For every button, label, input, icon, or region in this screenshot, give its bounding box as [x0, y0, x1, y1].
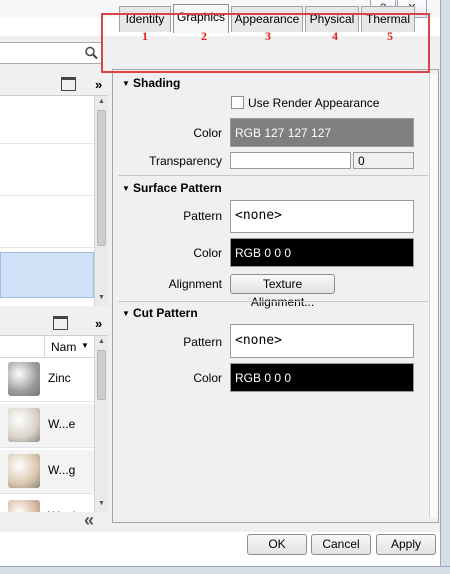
material-thumbnail [8, 500, 40, 512]
material-thumbnail [8, 362, 40, 396]
scroll-up-icon[interactable]: ▲ [95, 336, 108, 348]
shading-color-swatch[interactable]: RGB 127 127 127 [230, 118, 414, 147]
material-thumbnail [8, 454, 40, 488]
cut-pattern-section-header[interactable]: ▼ Cut Pattern [118, 306, 428, 322]
scroll-thumb[interactable] [97, 110, 106, 246]
material-name: Zinc [48, 371, 71, 385]
alignment-label: Alignment [168, 277, 222, 291]
material-browser-panel: » ▲ ▼ » Nam ▼ Zinc W...e W...g W...d ▲ ▼ « [0, 36, 108, 532]
sort-down-icon[interactable]: ▼ [81, 341, 89, 350]
material-row[interactable]: W...e [0, 404, 94, 448]
search-icon[interactable] [83, 45, 99, 61]
tab-scrollbar[interactable] [429, 74, 437, 518]
expand-chevron-icon[interactable]: » [95, 316, 102, 331]
section-divider [118, 175, 428, 176]
collapse-arrow-icon[interactable]: ▼ [122, 309, 132, 319]
surface-color-label: Color [193, 246, 222, 260]
ok-button[interactable]: OK [247, 534, 307, 555]
panel-view-icon[interactable] [53, 316, 68, 330]
material-thumbnail [8, 408, 40, 442]
material-list: Zinc W...e W...g W...d [0, 358, 94, 512]
cut-color-label: Color [193, 371, 222, 385]
surface-pattern-section-header[interactable]: ▼ Surface Pattern [118, 181, 428, 197]
library-toolbar: » [0, 74, 108, 96]
cut-pattern-label: Pattern [183, 335, 222, 349]
search-input[interactable] [0, 42, 103, 64]
material-row[interactable]: W...g [0, 450, 94, 494]
list-item[interactable] [0, 144, 94, 196]
use-render-appearance-checkbox[interactable] [231, 96, 244, 109]
material-scrollbar[interactable]: ▲ ▼ [94, 336, 108, 512]
material-row[interactable]: W...d [0, 496, 94, 512]
use-render-appearance-label: Use Render Appearance [248, 96, 380, 110]
surface-pattern-label: Pattern [183, 209, 222, 223]
collapse-arrow-icon[interactable]: ▼ [122, 79, 132, 89]
cut-pattern-selector[interactable]: <none> [230, 324, 414, 358]
scroll-down-icon[interactable]: ▼ [95, 498, 108, 510]
list-item-selected[interactable] [0, 252, 94, 298]
annotation-highlight-box [101, 13, 430, 73]
list-item[interactable] [0, 196, 94, 248]
collapse-arrow-icon[interactable]: ▼ [122, 184, 132, 194]
window-frame-right [440, 0, 450, 574]
expand-chevron-icon[interactable]: » [95, 77, 102, 92]
collapse-bar: « [0, 510, 108, 532]
surface-pattern-selector[interactable]: <none> [230, 200, 414, 233]
material-row[interactable]: Zinc [0, 358, 94, 402]
scroll-thumb[interactable] [97, 350, 106, 400]
material-name: W...g [48, 463, 76, 477]
shading-section-header[interactable]: ▼ Shading [118, 76, 428, 92]
material-name: W...e [48, 417, 76, 431]
window-frame-bottom [0, 566, 450, 574]
list-item[interactable] [0, 96, 94, 144]
list-header: Nam ▼ [0, 336, 94, 358]
panel-view-icon[interactable] [61, 77, 76, 91]
scroll-up-icon[interactable]: ▲ [95, 96, 108, 108]
transparency-slider[interactable] [230, 152, 351, 169]
library-list [0, 96, 94, 306]
surface-color-swatch[interactable]: RGB 0 0 0 [230, 238, 414, 267]
apply-button[interactable]: Apply [376, 534, 436, 555]
library-scrollbar[interactable]: ▲ ▼ [94, 96, 108, 306]
cut-color-swatch[interactable]: RGB 0 0 0 [230, 363, 414, 392]
scroll-down-icon[interactable]: ▼ [95, 292, 108, 304]
section-divider [118, 301, 428, 302]
shading-color-label: Color [193, 126, 222, 140]
collapse-icon[interactable]: « [84, 510, 94, 531]
texture-alignment-button[interactable]: Texture Alignment... [230, 274, 335, 309]
name-column-header[interactable]: Nam ▼ [44, 336, 94, 358]
cancel-button[interactable]: Cancel [311, 534, 371, 555]
transparency-value-field[interactable]: 0 [353, 152, 414, 169]
material-toolbar: » [0, 312, 108, 336]
transparency-label: Transparency [149, 154, 222, 168]
